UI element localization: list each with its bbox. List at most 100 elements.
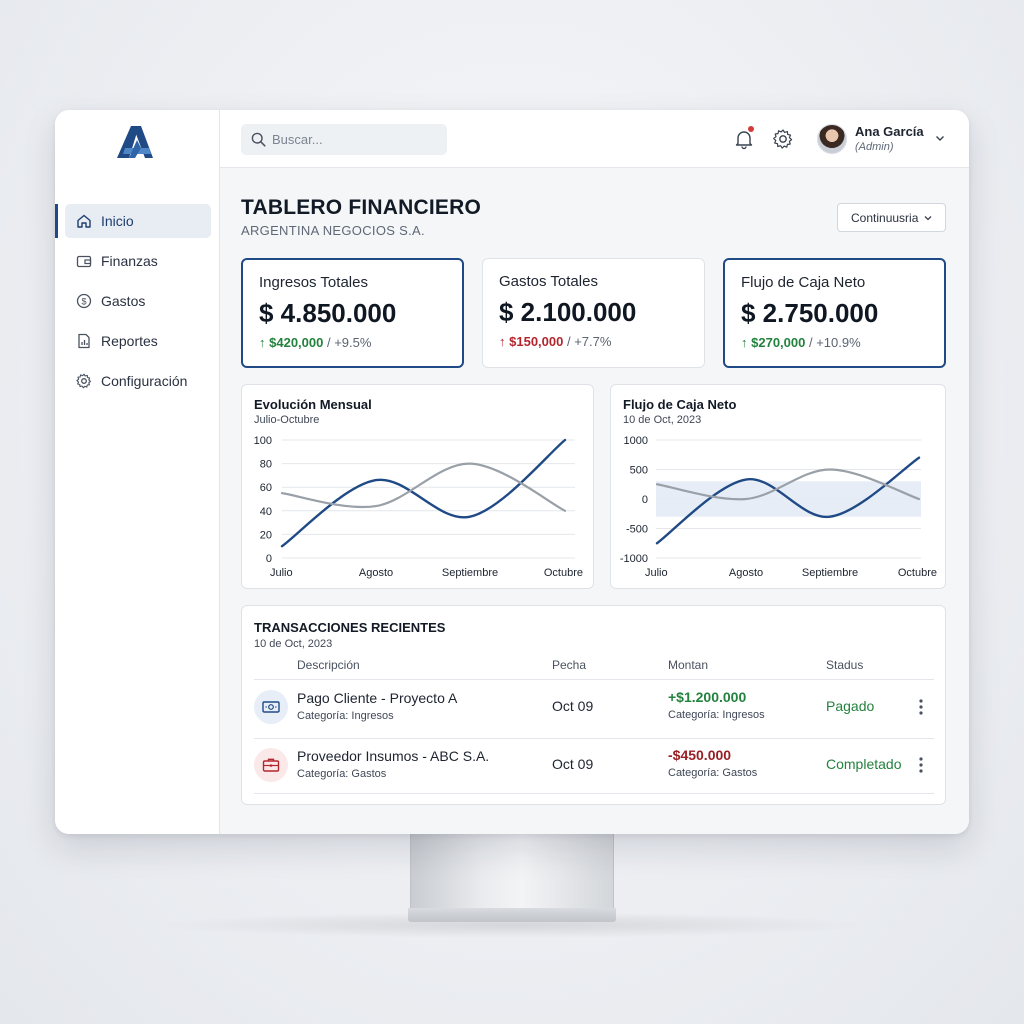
kpi-delta: ↑ $150,000 / +7.7% bbox=[499, 334, 611, 349]
x-tick-label: Agosto bbox=[359, 567, 393, 579]
chart-subtitle: Julio-Octubre bbox=[254, 414, 320, 426]
kpi-delta-pct: / +10.9% bbox=[808, 335, 861, 350]
user-role: (Admin) bbox=[855, 141, 894, 153]
period-select-label: Continuusria bbox=[851, 210, 919, 225]
period-select[interactable]: Continuusria bbox=[837, 203, 946, 232]
main-content: Ana García (Admin) TABLERO FINANCIERO AR… bbox=[220, 110, 969, 834]
transactions-card: TRANSACCIONES RECIENTES 10 de Oct, 2023 … bbox=[241, 605, 946, 805]
sidebar: Inicio Finanzas $ Gastos Reportes Config… bbox=[55, 110, 220, 834]
transaction-amount-category: Categoría: Gastos bbox=[668, 767, 758, 779]
sidebar-item-label: Inicio bbox=[101, 213, 134, 229]
chart-evolucion-mensual: 100 80 60 40 20 0 Julio Agosto Septiembre Octubre… bbox=[241, 384, 594, 589]
briefcase-icon bbox=[254, 748, 288, 782]
column-header[interactable]: Stadus bbox=[826, 658, 863, 672]
table-row[interactable]: Pago Cliente - Proyecto A Categoría: Ing… bbox=[242, 680, 947, 736]
gear-icon bbox=[75, 372, 93, 390]
kpi-label: Flujo de Caja Neto bbox=[741, 274, 866, 291]
dollar-circle-icon: $ bbox=[75, 292, 93, 310]
kpi-delta: ↑ $420,000 / +9.5% bbox=[259, 335, 371, 350]
arrow-up-icon: ↑ bbox=[259, 335, 266, 350]
transaction-description: Proveedor Insumos - ABC S.A. bbox=[297, 748, 490, 764]
kpi-value: $ 4.850.000 bbox=[259, 298, 397, 328]
arrow-up-icon: ↑ bbox=[741, 335, 748, 350]
sidebar-item-label: Reportes bbox=[101, 333, 158, 349]
sidebar-nav: Inicio Finanzas $ Gastos Reportes Config… bbox=[55, 204, 220, 404]
sidebar-item-inicio[interactable]: Inicio bbox=[55, 204, 211, 238]
home-icon bbox=[75, 212, 93, 230]
monitor-screen: Inicio Finanzas $ Gastos Reportes Config… bbox=[55, 110, 969, 834]
sidebar-item-configuracion[interactable]: Configuración bbox=[65, 364, 211, 398]
column-header[interactable]: Montan bbox=[668, 658, 708, 672]
kpi-delta-pct: / +9.5% bbox=[326, 335, 372, 350]
more-vertical-icon[interactable] bbox=[914, 754, 928, 776]
status-badge: Completado bbox=[826, 756, 902, 772]
y-tick-label: 500 bbox=[630, 465, 648, 477]
kpi-card-gastos[interactable]: Gastos Totales $ 2.100.000 ↑ $150,000 / … bbox=[482, 258, 705, 368]
arrow-up-icon: ↑ bbox=[499, 334, 506, 349]
transactions-subtitle: 10 de Oct, 2023 bbox=[254, 638, 333, 650]
x-tick-label: Septiembre bbox=[442, 567, 498, 579]
x-tick-label: Julio bbox=[645, 567, 668, 579]
page-subtitle: ARGENTINA NEGOCIOS S.A. bbox=[241, 223, 425, 238]
divider bbox=[254, 793, 934, 794]
wallet-icon bbox=[75, 252, 93, 270]
kpi-card-ingresos[interactable]: Ingresos Totales $ 4.850.000 ↑ $420,000 … bbox=[241, 258, 464, 368]
kpi-value: $ 2.750.000 bbox=[741, 298, 879, 328]
column-header[interactable]: Pecha bbox=[552, 658, 586, 672]
transaction-category: Categoría: Gastos bbox=[297, 768, 387, 780]
chart-title: Flujo de Caja Neto bbox=[623, 397, 737, 412]
kpi-delta-amount: $150,000 bbox=[509, 334, 564, 349]
x-tick-label: Julio bbox=[270, 567, 293, 579]
kpi-card-flujo[interactable]: Flujo de Caja Neto $ 2.750.000 ↑ $270,00… bbox=[723, 258, 946, 368]
monitor-stand-base bbox=[408, 908, 616, 922]
search-input[interactable] bbox=[272, 132, 432, 147]
more-vertical-icon[interactable] bbox=[914, 696, 928, 718]
kpi-label: Ingresos Totales bbox=[259, 274, 368, 291]
chevron-down-icon[interactable] bbox=[934, 132, 946, 144]
sidebar-item-label: Finanzas bbox=[101, 253, 158, 269]
search-box[interactable] bbox=[241, 124, 447, 155]
x-tick-label: Octubre bbox=[544, 567, 583, 579]
series-line-0[interactable] bbox=[280, 438, 567, 548]
y-tick-label: -500 bbox=[626, 524, 648, 536]
x-tick-label: Agosto bbox=[729, 567, 763, 579]
chart-flujo-caja: 1000 500 0 -500 -1000 Julio Agosto Septiembre Oc… bbox=[610, 384, 946, 589]
x-tick-label: Septiembre bbox=[802, 567, 858, 579]
transaction-date: Oct 09 bbox=[552, 756, 594, 772]
y-tick-label: -1000 bbox=[620, 553, 648, 565]
sidebar-item-finanzas[interactable]: Finanzas bbox=[65, 244, 211, 278]
monitor-stand bbox=[410, 833, 614, 911]
user-name[interactable]: Ana García bbox=[855, 124, 924, 139]
column-header[interactable]: Descripción bbox=[297, 658, 360, 672]
kpi-delta-amount: $420,000 bbox=[269, 335, 324, 350]
svg-text:$: $ bbox=[81, 297, 86, 307]
sidebar-item-gastos[interactable]: $ Gastos bbox=[65, 284, 211, 318]
transactions-title: TRANSACCIONES RECIENTES bbox=[254, 620, 446, 635]
sidebar-item-reportes[interactable]: Reportes bbox=[65, 324, 211, 358]
avatar[interactable] bbox=[817, 124, 847, 154]
y-tick-label: 0 bbox=[642, 494, 648, 506]
notification-badge bbox=[748, 126, 754, 132]
sidebar-item-label: Gastos bbox=[101, 293, 146, 309]
transaction-date: Oct 09 bbox=[552, 698, 594, 714]
chart-title: Evolución Mensual bbox=[254, 397, 372, 412]
gear-icon[interactable] bbox=[772, 128, 794, 150]
kpi-value: $ 2.100.000 bbox=[499, 297, 637, 327]
y-tick-label: 60 bbox=[260, 482, 272, 494]
kpi-delta-amount: $270,000 bbox=[751, 335, 806, 350]
transaction-amount: +$1.200.000 bbox=[668, 689, 747, 705]
kpi-delta-pct: / +7.7% bbox=[566, 334, 612, 349]
table-row[interactable]: Proveedor Insumos - ABC S.A. Categoría: … bbox=[242, 738, 947, 794]
transaction-amount: -$450.000 bbox=[668, 747, 732, 763]
kpi-delta: ↑ $270,000 / +10.9% bbox=[741, 335, 861, 350]
chevron-down-icon bbox=[924, 216, 932, 221]
report-icon bbox=[75, 332, 93, 350]
y-tick-label: 20 bbox=[260, 529, 272, 541]
status-badge: Pagado bbox=[826, 698, 875, 714]
y-tick-label: 100 bbox=[254, 435, 272, 447]
chart-subtitle: 10 de Oct, 2023 bbox=[623, 414, 702, 426]
kpi-label: Gastos Totales bbox=[499, 273, 598, 290]
brand-logo-icon[interactable] bbox=[115, 124, 155, 160]
sidebar-item-label: Configuración bbox=[101, 373, 188, 389]
search-icon bbox=[251, 132, 266, 147]
